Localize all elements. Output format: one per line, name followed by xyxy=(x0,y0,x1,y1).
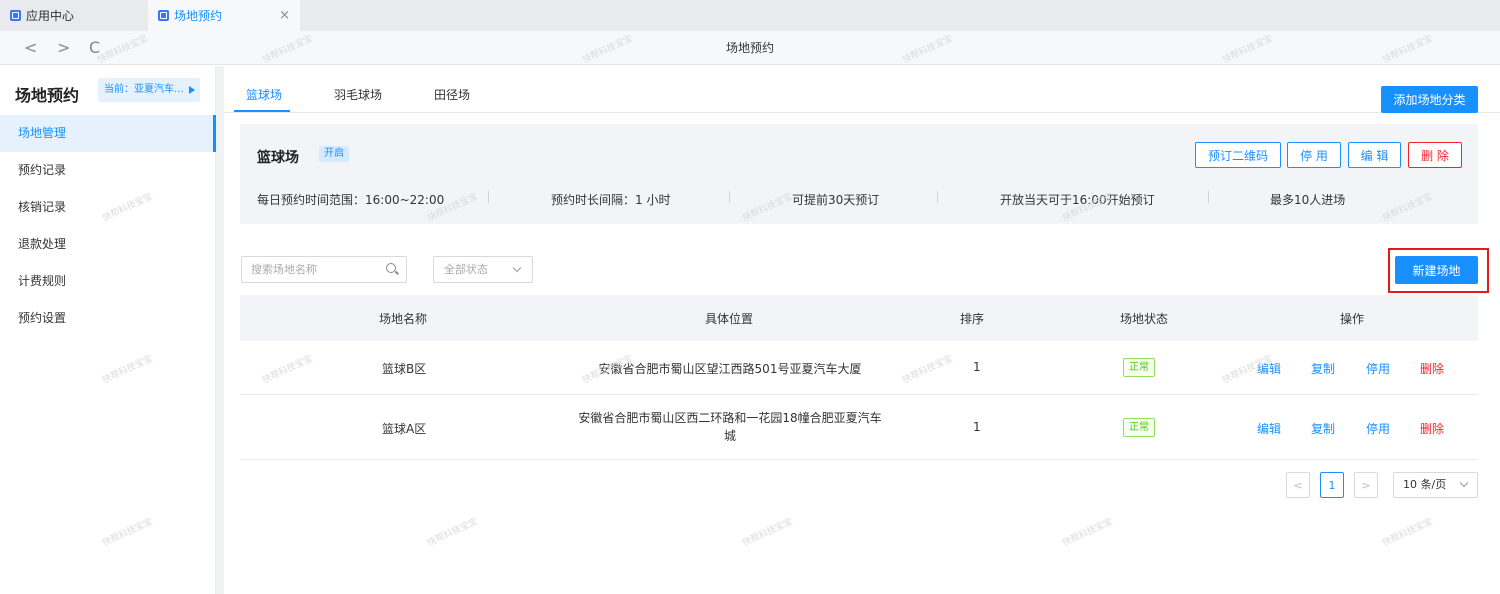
info-separator xyxy=(729,191,730,203)
sidebar-item-venue-management[interactable]: 场地管理 xyxy=(0,115,216,152)
prev-page-button[interactable]: < xyxy=(1286,472,1310,498)
status-select-value: 全部状态 xyxy=(444,263,488,276)
edit-row-link[interactable]: 编辑 xyxy=(1257,360,1281,377)
page-size-select[interactable]: 10 条/页 xyxy=(1393,472,1478,498)
booking-qrcode-button[interactable]: 预订二维码 xyxy=(1195,142,1281,168)
status-select[interactable]: 全部状态 xyxy=(433,256,533,283)
info-max-people: 最多10人进场 xyxy=(1270,193,1346,207)
delete-venue-button[interactable]: 删 除 xyxy=(1408,142,1462,168)
search-icon[interactable] xyxy=(386,263,396,273)
sidebar-item-verification-records[interactable]: 核销记录 xyxy=(0,189,216,226)
info-same-day-open: 开放当天可于16:00开始预订 xyxy=(1000,193,1155,207)
app-icon xyxy=(158,10,169,21)
info-interval: 预约时长间隔：1 小时 xyxy=(551,193,671,207)
tab-badminton[interactable]: 羽毛球场 xyxy=(334,86,382,103)
sidebar-item-label: 预约设置 xyxy=(18,311,67,325)
tab-app-center-label: 应用中心 xyxy=(26,9,75,23)
status-badge: 正常 xyxy=(1123,358,1155,377)
sidebar-item-label: 场地管理 xyxy=(18,126,67,140)
cell-location: 安徽省合肥市蜀山区望江西路501号亚夏汽车大厦 xyxy=(565,360,895,377)
column-header-location: 具体位置 xyxy=(705,312,754,326)
info-separator xyxy=(488,191,489,203)
cell-order: 1 xyxy=(973,360,981,374)
tab-app-center[interactable]: 应用中心 xyxy=(0,0,148,31)
new-venue-button[interactable]: 新建场地 xyxy=(1395,256,1478,284)
sidebar-item-label: 退款处理 xyxy=(18,237,67,251)
column-header-actions: 操作 xyxy=(1340,312,1365,326)
info-advance-days: 可提前30天预订 xyxy=(792,193,880,207)
table-row: 篮球B区 安徽省合肥市蜀山区望江西路501号亚夏汽车大厦 1 正常 编辑 复制 … xyxy=(240,341,1478,395)
tab-divider xyxy=(224,112,1500,113)
sidebar-item-refunds[interactable]: 退款处理 xyxy=(0,226,216,263)
sidebar-item-billing-rules[interactable]: 计费规则 xyxy=(0,263,216,300)
cell-order: 1 xyxy=(973,420,981,434)
info-time-range: 每日预约时间范围：16:00~22:00 xyxy=(257,193,445,207)
tab-track-field[interactable]: 田径场 xyxy=(434,86,470,103)
sidebar-item-booking-settings[interactable]: 预约设置 xyxy=(0,300,216,337)
venue-info-panel: 篮球场 开启 预订二维码 停 用 编 辑 删 除 每日预约时间范围：16:00~… xyxy=(240,124,1478,224)
content-gutter xyxy=(216,66,224,594)
venue-name: 篮球场 xyxy=(257,150,299,166)
search-input[interactable] xyxy=(242,257,372,282)
table-header: 场地名称 具体位置 排序 场地状态 操作 xyxy=(240,295,1478,341)
copy-row-link[interactable]: 复制 xyxy=(1311,420,1335,437)
next-page-button[interactable]: > xyxy=(1354,472,1378,498)
sidebar-item-label: 预约记录 xyxy=(18,163,67,177)
edit-venue-button[interactable]: 编 辑 xyxy=(1348,142,1401,168)
caret-right-icon xyxy=(189,86,195,94)
copy-row-link[interactable]: 复制 xyxy=(1311,360,1335,377)
main-content: 篮球场 羽毛球场 田径场 添加场地分类 篮球场 开启 预订二维码 停 用 编 辑… xyxy=(224,66,1500,594)
address-bar: < > C 场地预约 xyxy=(0,31,1500,65)
info-separator xyxy=(937,191,938,203)
disable-venue-button[interactable]: 停 用 xyxy=(1287,142,1341,168)
info-separator xyxy=(1208,191,1209,203)
sidebar: 场地预约 当前：亚夏汽车... 场地管理 预约记录 核销记录 退款处理 计费规则… xyxy=(0,66,216,594)
tab-venue-booking-label: 场地预约 xyxy=(174,9,223,23)
cell-location-line: 安徽省合肥市蜀山区望江西路501号亚夏汽车大厦 xyxy=(598,362,862,376)
delete-row-link[interactable]: 删除 xyxy=(1420,420,1444,437)
close-icon[interactable]: × xyxy=(279,8,290,23)
delete-row-link[interactable]: 删除 xyxy=(1420,360,1444,377)
search-field xyxy=(241,256,407,283)
disable-row-link[interactable]: 停用 xyxy=(1366,360,1390,377)
chevron-down-icon xyxy=(512,263,522,273)
cell-location-line: 城 xyxy=(723,429,736,443)
column-header-status: 场地状态 xyxy=(1120,312,1169,326)
page-size-value: 10 条/页 xyxy=(1403,478,1447,491)
cell-venue-name: 篮球B区 xyxy=(382,362,427,376)
page-title: 场地预约 xyxy=(725,41,774,55)
page-1-button[interactable]: 1 xyxy=(1320,472,1344,498)
disable-row-link[interactable]: 停用 xyxy=(1366,420,1390,437)
venue-status-badge: 开启 xyxy=(319,146,349,162)
table-row: 篮球A区 安徽省合肥市蜀山区西二环路和一花园18幢合肥亚夏汽车 城 1 正常 编… xyxy=(240,395,1478,460)
sidebar-item-label: 核销记录 xyxy=(18,200,67,214)
cell-location-line: 安徽省合肥市蜀山区西二环路和一花园18幢合肥亚夏汽车 xyxy=(578,411,882,425)
browser-tab-bar: 应用中心 场地预约 × xyxy=(0,0,1500,31)
current-store-selector[interactable]: 当前：亚夏汽车... xyxy=(98,78,200,102)
status-badge: 正常 xyxy=(1123,418,1155,437)
sidebar-item-label: 计费规则 xyxy=(18,274,67,288)
column-header-order: 排序 xyxy=(960,312,985,326)
cell-venue-name: 篮球A区 xyxy=(382,422,427,436)
add-category-button[interactable]: 添加场地分类 xyxy=(1381,86,1478,113)
tab-venue-booking[interactable]: 场地预约 × xyxy=(148,0,300,31)
sidebar-title: 场地预约 xyxy=(15,86,80,105)
column-header-name: 场地名称 xyxy=(379,312,428,326)
app-icon xyxy=(10,10,21,21)
chevron-down-icon xyxy=(1459,478,1469,488)
cell-location: 安徽省合肥市蜀山区西二环路和一花园18幢合肥亚夏汽车 城 xyxy=(565,409,895,445)
sidebar-item-booking-records[interactable]: 预约记录 xyxy=(0,152,216,189)
current-store-label: 当前：亚夏汽车... xyxy=(104,84,184,95)
tab-basketball[interactable]: 篮球场 xyxy=(246,86,282,103)
edit-row-link[interactable]: 编辑 xyxy=(1257,420,1281,437)
